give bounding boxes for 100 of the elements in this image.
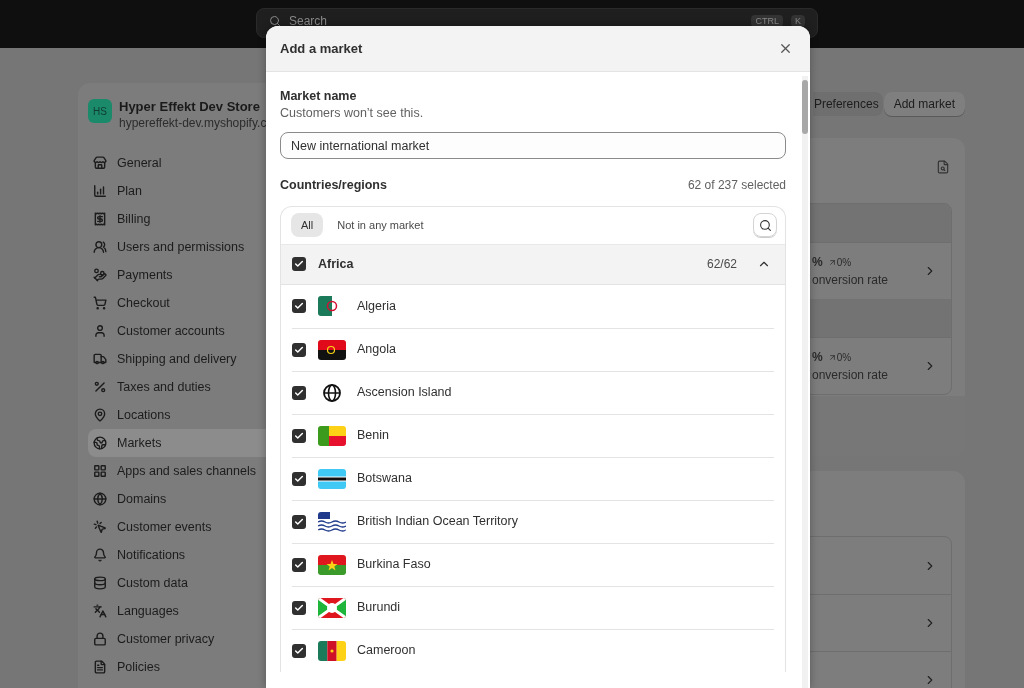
field-label: Market name <box>280 88 358 104</box>
flag-icon <box>318 468 346 489</box>
section-label: Countries/regions <box>280 177 387 194</box>
country-name: Burundi <box>357 599 401 617</box>
sidebar-item[interactable]: Taxes and duties <box>88 373 293 401</box>
nav-icon <box>93 520 107 534</box>
metric-change: 0% <box>836 350 852 365</box>
nav-icon <box>93 240 107 254</box>
checkbox[interactable] <box>292 428 306 443</box>
metric-label: onversion rate <box>812 272 889 289</box>
nav-icon <box>93 576 107 590</box>
checkbox[interactable] <box>292 257 306 272</box>
search-button[interactable] <box>753 213 777 238</box>
country-name: Benin <box>357 427 389 445</box>
checkbox[interactable] <box>292 514 306 529</box>
nav-icon <box>93 296 107 310</box>
sidebar-item[interactable]: Customer accounts <box>88 317 293 345</box>
nav-icon <box>93 156 107 170</box>
region-name: Africa <box>318 255 354 273</box>
filter-tab[interactable]: Not in any market <box>327 213 434 238</box>
country-name: Algeria <box>357 297 396 315</box>
country-name: Cameroon <box>357 642 416 660</box>
metric-value: % <box>812 349 823 366</box>
trend-icon <box>827 352 837 362</box>
check-icon <box>294 559 304 570</box>
nav-icon <box>93 352 107 366</box>
country-name: British Indian Ocean Territory <box>357 513 518 531</box>
check-icon <box>294 259 304 270</box>
market-name-field[interactable]: New international market <box>280 132 786 159</box>
metric-label: onversion rate <box>812 367 889 384</box>
sidebar-item[interactable]: Customer privacy <box>88 625 293 653</box>
check-icon <box>294 387 304 398</box>
sidebar-item[interactable]: Custom data <box>88 569 293 597</box>
sidebar-item[interactable]: Languages <box>88 597 293 625</box>
sidebar-item[interactable]: Billing <box>88 205 293 233</box>
nav-icon <box>93 212 107 226</box>
search-document-icon <box>936 160 950 174</box>
sidebar-item[interactable]: Policies <box>88 653 293 681</box>
sidebar-item[interactable]: Locations <box>88 401 293 429</box>
nav-icon <box>93 464 107 478</box>
region-count: 62/62 <box>706 256 737 274</box>
nav-icon <box>93 436 107 450</box>
country-name: Ascension Island <box>357 384 452 402</box>
flag-icon <box>318 425 346 446</box>
nav-icon <box>93 632 107 646</box>
search-icon <box>758 218 772 232</box>
metric-value: % <box>812 254 823 271</box>
nav-icon <box>93 548 107 562</box>
check-icon <box>294 473 304 484</box>
checkbox[interactable] <box>292 600 306 615</box>
selection-count: 62 of 237 selected <box>687 177 786 195</box>
trend-icon <box>827 257 837 267</box>
nav-icon <box>93 268 107 282</box>
sidebar-item[interactable]: Domains <box>88 485 293 513</box>
flag-icon <box>318 640 346 661</box>
check-icon <box>294 301 304 312</box>
flag-icon <box>318 339 346 360</box>
sidebar-item[interactable]: Notifications <box>88 541 293 569</box>
store-url: hypereffekt-dev.myshopify.c <box>119 115 267 131</box>
search-placeholder: Search <box>289 15 328 27</box>
nav-icon <box>93 184 107 198</box>
sidebar-item[interactable]: Shipping and delivery <box>88 345 293 373</box>
flag-icon <box>318 597 346 618</box>
nav-icon <box>93 492 107 506</box>
shortcut-key: K <box>791 15 805 27</box>
search-icon <box>269 15 281 27</box>
check-icon <box>294 430 304 441</box>
filter-tab[interactable]: All <box>291 213 324 238</box>
country-name: Angola <box>357 341 396 359</box>
sidebar-item[interactable]: Customer events <box>88 513 293 541</box>
check-icon <box>294 516 304 527</box>
checkbox[interactable] <box>292 471 306 486</box>
checkbox[interactable] <box>292 643 306 658</box>
checkbox[interactable] <box>292 299 306 314</box>
header-button[interactable]: Preferences <box>812 92 883 116</box>
dialog-title: Add a market <box>280 39 363 58</box>
nav-icon <box>93 380 107 394</box>
sidebar-item[interactable]: Checkout <box>88 289 293 317</box>
shortcut-key: CTRL <box>751 15 783 27</box>
scrollbar[interactable] <box>802 76 808 688</box>
sidebar-item[interactable]: Apps and sales channels <box>88 457 293 485</box>
check-icon <box>294 602 304 613</box>
region-group-row[interactable]: Africa 62/62 <box>281 244 785 285</box>
header-button[interactable]: Add market <box>883 92 965 116</box>
flag-icon <box>318 554 346 575</box>
metric-change: 0% <box>836 255 852 270</box>
check-icon <box>294 344 304 355</box>
nav-icon <box>93 660 107 674</box>
country-name: Botswana <box>357 470 412 488</box>
help-text: Customers won’t see this. <box>280 105 425 122</box>
store-name: Hyper Effekt Dev Store <box>119 99 261 115</box>
flag-icon <box>318 511 346 532</box>
check-icon <box>294 645 304 656</box>
nav-icon <box>93 408 107 422</box>
checkbox[interactable] <box>292 557 306 572</box>
nav-icon <box>93 604 107 618</box>
store-avatar: HS <box>88 99 112 123</box>
checkbox[interactable] <box>292 342 306 357</box>
checkbox[interactable] <box>292 385 306 400</box>
country-name: Burkina Faso <box>357 556 431 574</box>
